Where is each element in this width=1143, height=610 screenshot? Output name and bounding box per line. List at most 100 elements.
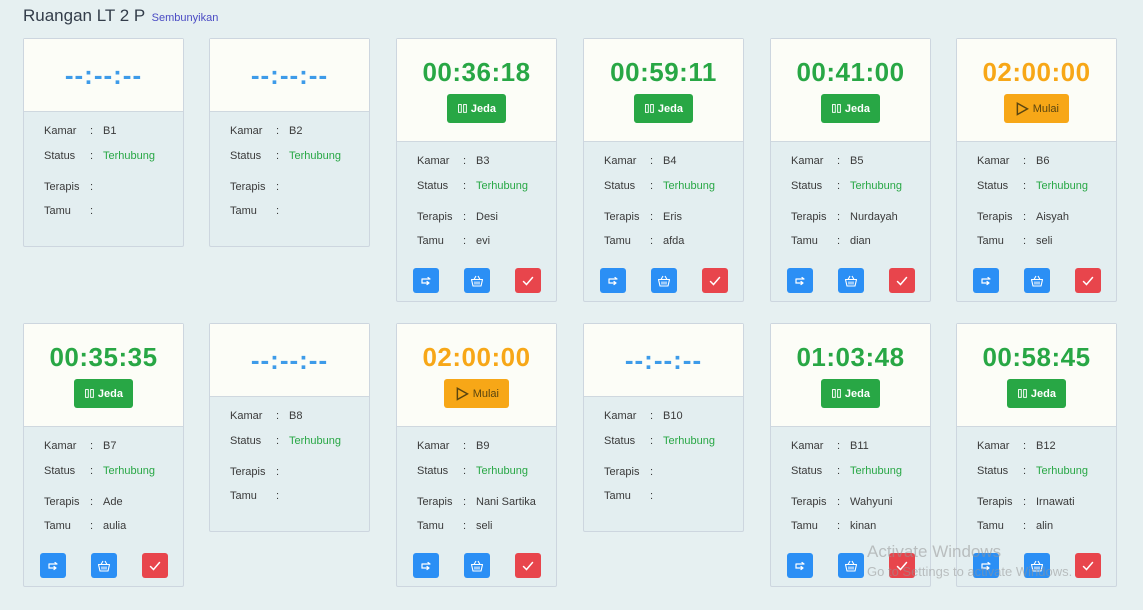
hide-link[interactable]: Sembunyikan	[152, 12, 219, 24]
status-label: Status	[604, 180, 636, 192]
finish-button[interactable]	[515, 268, 541, 293]
colon: :	[1023, 440, 1027, 452]
terapis-label: Terapis	[44, 181, 80, 193]
basket-button[interactable]	[464, 553, 490, 578]
swap-room-button[interactable]	[413, 268, 439, 293]
colon: :	[837, 520, 841, 532]
kamar-row: Kamar : B9	[417, 440, 556, 452]
finish-button[interactable]	[1075, 268, 1101, 293]
pause-button[interactable]: Jeda	[821, 94, 880, 123]
kamar-row: Kamar : B10	[604, 410, 743, 422]
kamar-value: B5	[850, 155, 864, 167]
finish-button[interactable]	[1075, 553, 1101, 578]
colon: :	[90, 440, 94, 452]
timer-display: 01:03:48	[796, 342, 905, 372]
finish-button[interactable]	[889, 268, 915, 293]
card-actions	[973, 268, 1101, 293]
basket-button[interactable]	[1024, 268, 1050, 293]
basket-button[interactable]	[651, 268, 677, 293]
swap-room-button[interactable]	[787, 553, 813, 578]
pause-button[interactable]: Jeda	[634, 94, 693, 123]
pause-button[interactable]: Jeda	[821, 379, 880, 408]
card-actions	[40, 553, 168, 578]
room-title: Ruangan LT 2 P	[23, 6, 145, 25]
status-row: Status : Terhubung	[230, 150, 369, 162]
swap-room-button[interactable]	[413, 553, 439, 578]
pause-button[interactable]: Jeda	[447, 94, 506, 123]
pause-button[interactable]: Jeda	[74, 379, 133, 408]
colon: :	[837, 155, 841, 167]
kamar-label: Kamar	[604, 155, 637, 167]
colon: :	[90, 205, 94, 217]
swap-room-button[interactable]	[787, 268, 813, 293]
kamar-label: Kamar	[230, 125, 263, 137]
swap-room-button[interactable]	[40, 553, 66, 578]
colon: :	[90, 520, 94, 532]
status-value: Terhubung	[289, 150, 341, 162]
tamu-label: Tamu	[230, 490, 257, 502]
colon: :	[276, 205, 280, 217]
status-row: Status : Terhubung	[604, 435, 743, 447]
start-button[interactable]: Mulai	[444, 379, 509, 408]
card-actions	[600, 268, 728, 293]
start-button[interactable]: Mulai	[1004, 94, 1069, 123]
finish-button[interactable]	[142, 553, 168, 578]
swap-room-button[interactable]	[973, 553, 999, 578]
basket-button[interactable]	[1024, 553, 1050, 578]
tamu-label: Tamu	[417, 520, 444, 532]
basket-button[interactable]	[464, 268, 490, 293]
terapis-value: Desi	[476, 211, 499, 223]
colon: :	[463, 520, 467, 532]
basket-button[interactable]	[838, 268, 864, 293]
timer-display: 00:59:11	[610, 57, 717, 87]
kamar-value: B4	[663, 155, 677, 167]
tamu-row: Tamu :	[604, 490, 743, 502]
check-icon	[1082, 276, 1094, 286]
swap-room-button[interactable]	[973, 268, 999, 293]
status-value: Terhubung	[850, 465, 902, 477]
basket-button[interactable]	[838, 553, 864, 578]
colon: :	[276, 410, 280, 422]
terapis-row: Terapis : Irnawati	[977, 496, 1116, 508]
pause-button[interactable]: Jeda	[1007, 379, 1066, 408]
finish-button[interactable]	[702, 268, 728, 293]
colon: :	[1023, 155, 1027, 167]
check-icon	[522, 561, 534, 571]
room-card-b1: --:--:-- Kamar : B1 Status : Terhubung T…	[23, 38, 184, 247]
status-value: Terhubung	[103, 465, 155, 477]
terapis-value: Eris	[663, 211, 682, 223]
check-icon	[149, 561, 161, 571]
terapis-label: Terapis	[791, 211, 827, 223]
basket-icon	[657, 275, 671, 287]
swap-icon	[421, 561, 431, 570]
timer-display: --:--:--	[250, 60, 329, 90]
kamar-row: Kamar : B5	[791, 155, 930, 167]
terapis-row: Terapis : Eris	[604, 211, 743, 223]
terapis-row: Terapis : Ade	[44, 496, 183, 508]
room-card-b10: --:--:-- Kamar : B10 Status : Terhubung …	[583, 323, 744, 532]
tamu-row: Tamu : seli	[417, 520, 556, 532]
colon: :	[276, 125, 280, 137]
colon: :	[463, 496, 467, 508]
basket-button[interactable]	[91, 553, 117, 578]
tamu-label: Tamu	[44, 520, 71, 532]
colon: :	[837, 465, 841, 477]
status-value: Terhubung	[1036, 465, 1088, 477]
status-value: Terhubung	[476, 180, 528, 192]
terapis-row: Terapis : Nani Sartika	[417, 496, 556, 508]
basket-icon	[1030, 560, 1044, 572]
status-value: Terhubung	[663, 435, 715, 447]
kamar-value: B6	[1036, 155, 1050, 167]
card-actions	[413, 553, 541, 578]
check-icon	[522, 276, 534, 286]
status-value: Terhubung	[663, 180, 715, 192]
swap-room-button[interactable]	[600, 268, 626, 293]
finish-button[interactable]	[889, 553, 915, 578]
tamu-label: Tamu	[791, 520, 818, 532]
pause-label: Jeda	[844, 102, 870, 115]
tamu-label: Tamu	[977, 520, 1004, 532]
status-value: Terhubung	[476, 465, 528, 477]
terapis-label: Terapis	[417, 496, 453, 508]
timer-panel: 00:59:11 Jeda	[584, 39, 743, 142]
finish-button[interactable]	[515, 553, 541, 578]
